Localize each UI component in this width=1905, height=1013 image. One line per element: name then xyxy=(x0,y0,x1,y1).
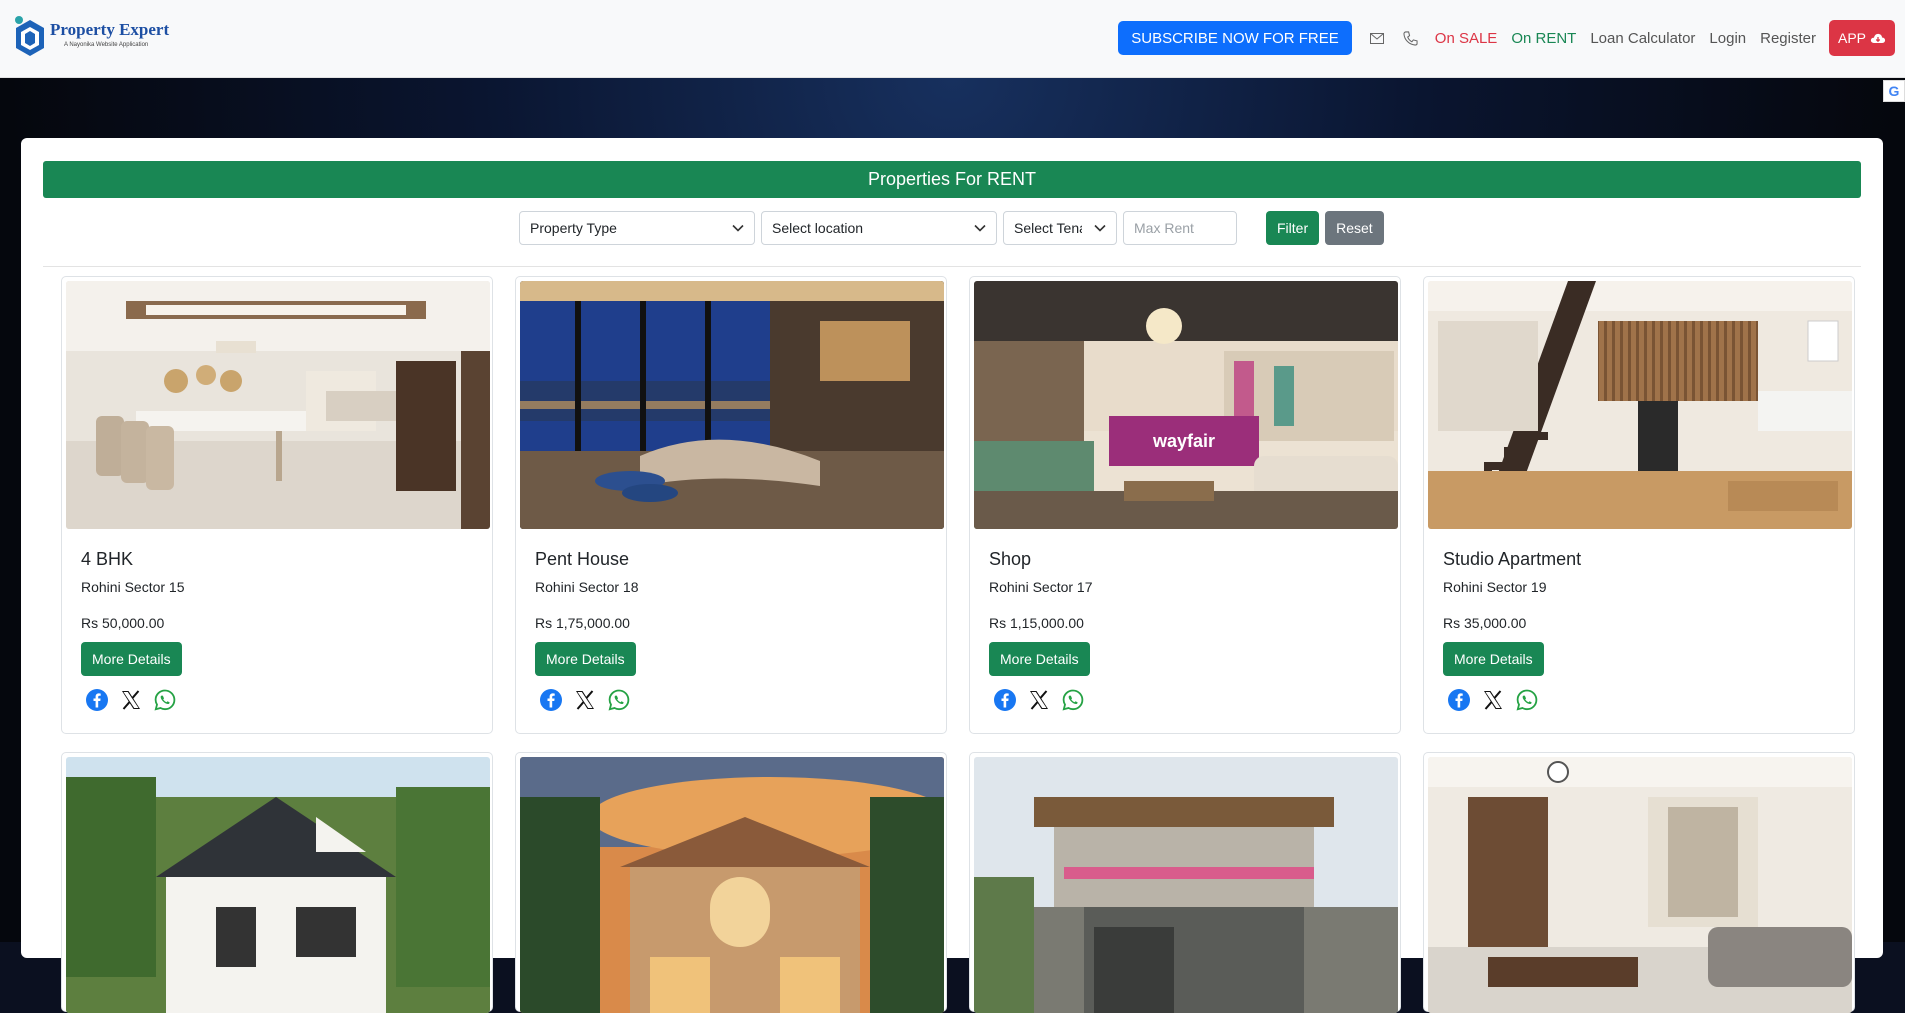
x-twitter-icon[interactable] xyxy=(1025,686,1052,713)
property-image[interactable] xyxy=(66,757,490,1013)
more-details-button[interactable]: More Details xyxy=(989,642,1090,676)
listing-panel: Properties For RENT Property Type Select… xyxy=(21,138,1883,1013)
property-type-select[interactable]: Property Type xyxy=(519,211,755,245)
brand-name: Property Expert xyxy=(50,19,170,39)
property-image[interactable] xyxy=(1428,757,1852,1013)
nav-link-register[interactable]: Register xyxy=(1760,30,1816,47)
property-image[interactable]: wayfair xyxy=(974,281,1398,529)
property-card: 4 BHK Rohini Sector 15 Rs 50,000.00 More… xyxy=(61,276,493,734)
nav-link-on-sale[interactable]: On SALE xyxy=(1435,30,1498,47)
whatsapp-icon[interactable] xyxy=(151,686,178,713)
x-twitter-icon[interactable] xyxy=(1479,686,1506,713)
tenant-value: Select Tenant xyxy=(1014,220,1082,236)
property-location: Rohini Sector 15 xyxy=(81,579,185,595)
more-details-button[interactable]: More Details xyxy=(535,642,636,676)
chevron-down-icon xyxy=(1094,224,1106,232)
property-card: wayfair Shop Rohini Sector 17 Rs 1,15,00… xyxy=(969,276,1401,734)
whatsapp-icon[interactable] xyxy=(1059,686,1086,713)
property-price: Rs 1,15,000.00 xyxy=(989,615,1084,631)
location-select[interactable]: Select location xyxy=(761,211,997,245)
more-details-button[interactable]: More Details xyxy=(1443,642,1544,676)
x-twitter-icon[interactable] xyxy=(117,686,144,713)
nav-link-loan-calculator[interactable]: Loan Calculator xyxy=(1590,30,1695,47)
property-card xyxy=(969,752,1401,1013)
share-buttons xyxy=(991,686,1086,713)
app-download-button[interactable]: APP xyxy=(1828,20,1895,56)
property-image[interactable] xyxy=(1428,281,1852,529)
x-twitter-icon[interactable] xyxy=(571,686,598,713)
facebook-icon[interactable] xyxy=(991,686,1018,713)
property-card xyxy=(61,752,493,1013)
nav-link-login[interactable]: Login xyxy=(1709,30,1746,47)
filter-button[interactable]: Filter xyxy=(1266,211,1320,245)
property-card xyxy=(1423,752,1855,1013)
max-rent-input[interactable] xyxy=(1123,211,1237,245)
chevron-down-icon xyxy=(732,224,744,232)
whatsapp-icon[interactable] xyxy=(605,686,632,713)
property-image[interactable] xyxy=(520,281,944,529)
app-label: APP xyxy=(1837,30,1866,46)
subscribe-button[interactable]: SUBSCRIBE NOW FOR FREE xyxy=(1118,21,1352,55)
property-card xyxy=(515,752,947,1013)
property-location: Rohini Sector 17 xyxy=(989,579,1093,595)
property-image[interactable] xyxy=(974,757,1398,1013)
property-location: Rohini Sector 18 xyxy=(535,579,639,595)
share-buttons xyxy=(83,686,178,713)
property-type-value: Property Type xyxy=(530,220,617,236)
divider xyxy=(43,266,1861,267)
property-card: Studio Apartment Rohini Sector 19 Rs 35,… xyxy=(1423,276,1855,734)
property-price: Rs 35,000.00 xyxy=(1443,615,1527,631)
nav-link-on-rent[interactable]: On RENT xyxy=(1511,30,1576,47)
cloud-download-icon xyxy=(1870,33,1886,43)
reset-button[interactable]: Reset xyxy=(1325,211,1384,245)
property-image[interactable] xyxy=(520,757,944,1013)
property-location: Rohini Sector 19 xyxy=(1443,579,1547,595)
share-buttons xyxy=(1445,686,1540,713)
location-value: Select location xyxy=(772,220,864,236)
brand-logo[interactable]: Property Expert A Nayonika Website Appli… xyxy=(12,14,170,56)
facebook-icon[interactable] xyxy=(83,686,110,713)
filter-bar: Property Type Select location Select Ten… xyxy=(519,211,1384,245)
phone-icon[interactable] xyxy=(1402,29,1420,47)
property-title: Pent House xyxy=(535,549,630,569)
section-title: Properties For RENT xyxy=(43,161,1861,198)
property-title: Shop xyxy=(989,549,1032,569)
property-title: Studio Apartment xyxy=(1443,549,1582,569)
share-buttons xyxy=(537,686,632,713)
chevron-down-icon xyxy=(974,224,986,232)
facebook-icon[interactable] xyxy=(1445,686,1472,713)
property-price: Rs 1,75,000.00 xyxy=(535,615,630,631)
brand-tagline: A Nayonika Website Application xyxy=(64,41,149,48)
facebook-icon[interactable] xyxy=(537,686,564,713)
google-translate-icon[interactable]: G xyxy=(1883,80,1905,102)
property-price: Rs 50,000.00 xyxy=(81,615,165,631)
property-image[interactable] xyxy=(66,281,490,529)
more-details-button[interactable]: More Details xyxy=(81,642,182,676)
house-logo-icon xyxy=(12,14,48,56)
shop-sign: wayfair xyxy=(1152,431,1215,451)
top-navbar: Property Expert A Nayonika Website Appli… xyxy=(0,0,1905,78)
whatsapp-icon[interactable] xyxy=(1513,686,1540,713)
envelope-icon[interactable] xyxy=(1368,29,1386,47)
property-title: 4 BHK xyxy=(81,549,134,569)
tenant-select[interactable]: Select Tenant xyxy=(1003,211,1117,245)
property-card: Pent House Rohini Sector 18 Rs 1,75,000.… xyxy=(515,276,947,734)
